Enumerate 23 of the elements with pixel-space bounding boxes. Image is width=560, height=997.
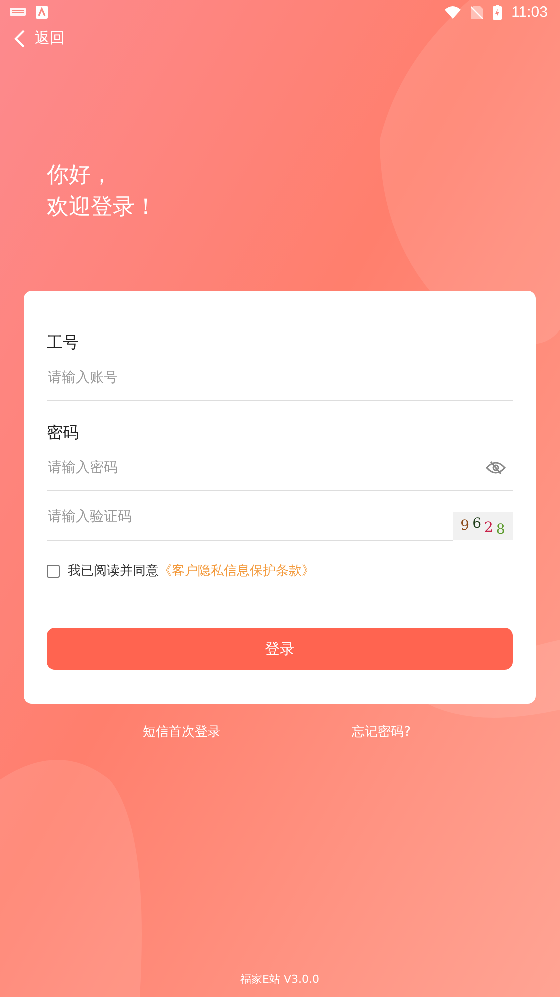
field-label: 工号 [47,332,80,354]
privacy-terms-link[interactable]: 《客户隐私信息保护条款》 [159,564,315,579]
wifi-icon [444,6,461,18]
text-link[interactable]: 忘记密码? [352,723,411,741]
greeting-text: 你好， [47,162,114,190]
captcha-image[interactable]: 9 6 2 8 [453,512,513,540]
no-sim-icon [470,6,483,18]
field-label: 密码 [47,422,80,444]
back-button[interactable]: 返回 [0,25,79,52]
account-input-field[interactable]: 请输入账号 [47,355,513,401]
chevron-left-icon [14,30,26,48]
login-button[interactable]: 登录 [47,628,513,670]
agreement-checkbox[interactable] [47,564,60,578]
version-text: 福家E站 V3.0.0 [240,972,320,987]
greeting-text: 欢迎登录！ [47,194,158,222]
agreement-text: 我已阅读并同意《客户隐私信息保护条款》 [68,563,315,580]
eye-slash-icon[interactable] [486,460,506,474]
password-input-field[interactable]: 请输入密码 [48,460,486,476]
status-time: 11:03 [512,4,548,20]
app-icon [36,6,48,18]
captcha-input-field[interactable]: 请输入验证码 [47,493,453,541]
keyboard-icon [10,7,26,17]
text-link[interactable]: 短信首次登录 [143,723,221,741]
